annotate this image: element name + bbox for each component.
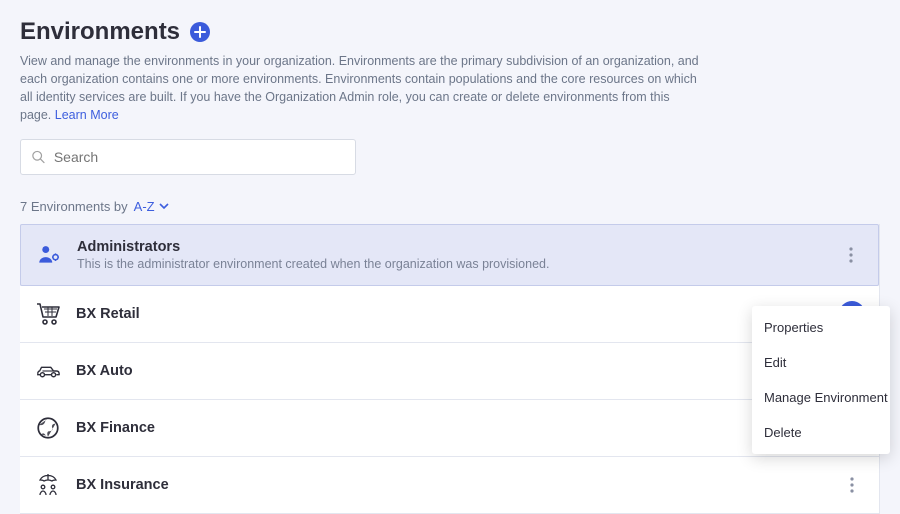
car-icon <box>34 357 62 385</box>
environment-row-bx-finance[interactable]: BX Finance <box>20 400 879 457</box>
env-name: BX Auto <box>76 363 839 379</box>
cart-icon <box>34 300 62 328</box>
insurance-icon <box>34 471 62 499</box>
env-name: BX Retail <box>76 306 839 322</box>
more-button[interactable] <box>838 242 864 268</box>
environment-row-bx-retail[interactable]: BX Retail <box>20 286 879 343</box>
more-vertical-icon <box>849 247 853 263</box>
env-subtitle: This is the administrator environment cr… <box>77 257 838 271</box>
environment-count-label: 7 Environments by <box>20 199 128 214</box>
sort-dropdown[interactable]: A-Z <box>134 199 169 214</box>
more-vertical-icon <box>850 477 854 493</box>
environment-row-bx-auto[interactable]: BX Auto <box>20 343 879 400</box>
env-name: BX Finance <box>76 420 839 436</box>
page-description: View and manage the environments in your… <box>20 52 700 125</box>
page-title: Environments <box>20 18 180 46</box>
search-field[interactable] <box>20 139 356 175</box>
chevron-down-icon <box>159 201 169 211</box>
context-menu: Properties Edit Manage Environment Delet… <box>752 306 890 454</box>
menu-item-properties[interactable]: Properties <box>752 310 890 345</box>
more-button[interactable] <box>839 472 865 498</box>
search-input[interactable] <box>54 149 345 165</box>
environment-row-administrators[interactable]: Administrators This is the administrator… <box>20 224 879 286</box>
environment-list: Administrators This is the administrator… <box>20 224 880 514</box>
sort-label: A-Z <box>134 199 155 214</box>
add-environment-button[interactable] <box>190 22 210 42</box>
menu-item-delete[interactable]: Delete <box>752 415 890 450</box>
env-name: Administrators <box>77 239 838 255</box>
search-icon <box>31 149 46 165</box>
learn-more-link[interactable]: Learn More <box>55 108 119 122</box>
plus-icon <box>194 26 206 38</box>
description-text: View and manage the environments in your… <box>20 54 699 122</box>
env-name: BX Insurance <box>76 477 839 493</box>
menu-item-edit[interactable]: Edit <box>752 345 890 380</box>
admin-icon <box>35 241 63 269</box>
menu-item-manage[interactable]: Manage Environment <box>752 380 890 415</box>
globe-icon <box>34 414 62 442</box>
environment-row-bx-insurance[interactable]: BX Insurance <box>20 457 879 514</box>
